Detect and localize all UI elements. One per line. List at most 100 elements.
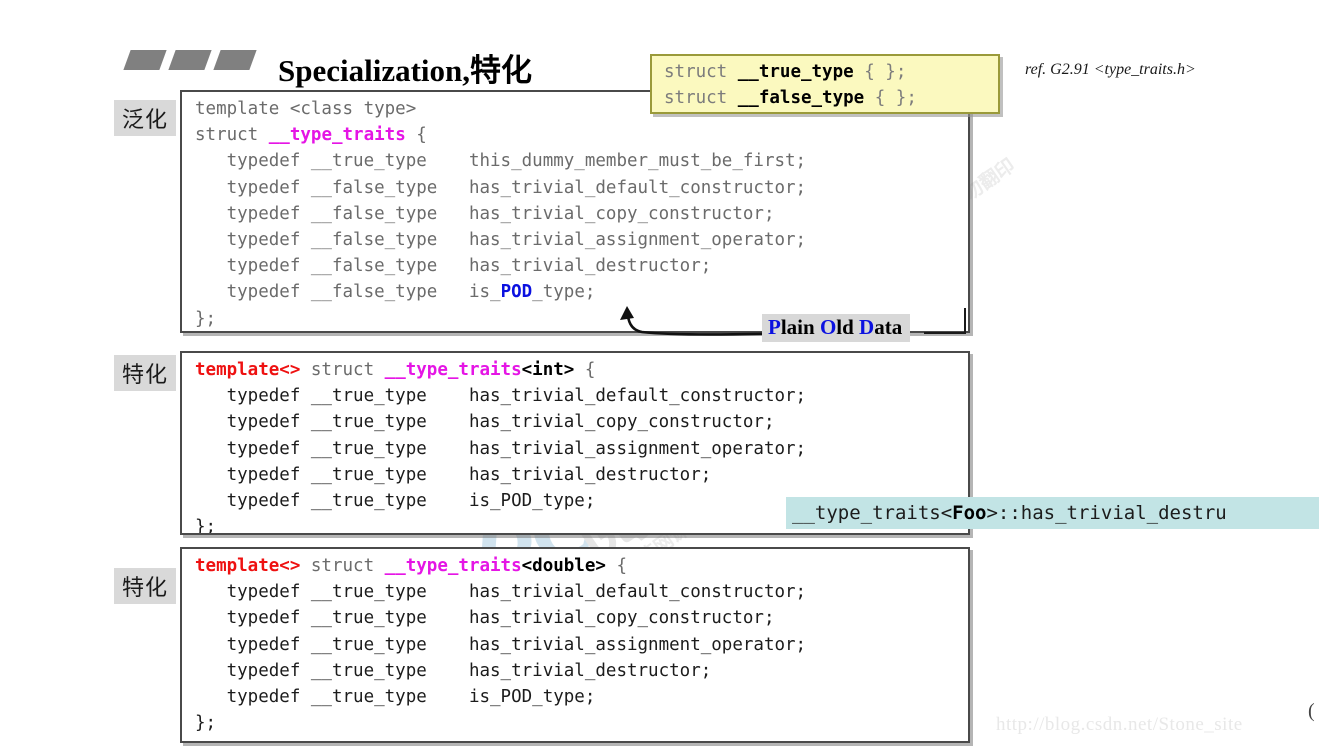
pod-text-lain: lain: [780, 315, 820, 339]
code-block-specialization-double: template<> struct __type_traits<double> …: [180, 547, 970, 743]
side-tag-specialization-double: 特化: [114, 568, 176, 604]
pod-text-ld: ld: [836, 315, 860, 339]
code-token-open-brace: {: [574, 360, 596, 380]
code-token-member: is_POD_type;: [447, 491, 596, 512]
callout-line-true-type: struct __true_type { };: [664, 59, 998, 85]
code-token-typedef: typedef __false_type: [195, 230, 448, 251]
code-token-member-prefix: is_: [447, 282, 501, 303]
page-title: Specialization,特化: [278, 45, 532, 90]
code-token-member: has_trivial_copy_constructor;: [447, 412, 775, 433]
code-line-typedef: typedef __true_type has_trivial_copy_con…: [182, 605, 968, 631]
code-token-typedef: typedef __true_type: [195, 608, 448, 629]
callout-token-false-type: __false_type: [737, 88, 865, 108]
parallelogram-bullet-icon: [213, 50, 257, 70]
pod-letter-o: O: [819, 315, 837, 339]
parallelogram-bullet-icon-group: [123, 50, 257, 70]
code-block-generic: template <class type> struct __type_trai…: [180, 90, 970, 333]
code-token-member: has_trivial_destructor;: [447, 256, 712, 277]
code-token-member: has_trivial_default_constructor;: [447, 177, 807, 198]
side-tag-generic: 泛化: [114, 100, 176, 136]
page-title-cjk: 特化: [470, 53, 533, 89]
code-token-pod: POD: [500, 282, 533, 303]
code-line-typedef: typedef __false_type has_trivial_copy_co…: [182, 201, 968, 227]
code-token-typedef: typedef __true_type: [195, 582, 448, 603]
pod-connector-line: [924, 332, 966, 334]
reference-note: ref. G2.91 <type_traits.h>: [1025, 61, 1196, 78]
code-token-member-suffix: _type;: [532, 282, 596, 303]
code-token-typedef: typedef __true_type: [195, 386, 448, 407]
side-tag-specialization-int: 特化: [114, 355, 176, 391]
code-line-typedef: typedef __true_type has_trivial_destruct…: [182, 462, 968, 488]
callout-token-true-type: __true_type: [737, 62, 854, 82]
code-line-typedef: typedef __true_type has_trivial_assignme…: [182, 436, 968, 462]
code-line-typedef: typedef __false_type has_trivial_destruc…: [182, 253, 968, 279]
code-token-member: has_trivial_copy_constructor;: [447, 203, 775, 224]
code-token-typedef: typedef __true_type: [195, 151, 448, 172]
usage-token-suffix: >::has_trivial_destru: [986, 502, 1227, 524]
code-line-typedef: typedef __true_type has_trivial_destruct…: [182, 658, 968, 684]
code-line-typedef: typedef __true_type this_dummy_member_mu…: [182, 148, 968, 174]
code-token-open-brace: {: [605, 556, 627, 576]
code-token-member: has_trivial_destructor;: [447, 660, 712, 681]
callout-token-body: { };: [853, 62, 907, 82]
code-token-member: has_trivial_assignment_operator;: [447, 634, 807, 655]
callout-token-struct: struct: [664, 62, 738, 82]
code-token-template-param: <int>: [521, 360, 575, 380]
code-token-struct: struct: [300, 556, 385, 576]
callout-line-false-type: struct __false_type { };: [664, 85, 998, 111]
code-token-typedef: typedef __true_type: [195, 412, 448, 433]
code-token-typedef: typedef __false_type: [195, 282, 448, 303]
code-line-struct-decl: struct __type_traits {: [182, 122, 968, 148]
code-token-typedef: typedef __true_type: [195, 438, 448, 459]
code-token-typedef: typedef __true_type: [195, 491, 448, 512]
slide-canvas: BC 阅览网 阅览网 博览网课程学员专用，请勿翻印 博览网课程学员专用，请勿翻印…: [0, 0, 1319, 748]
code-token-member: has_trivial_default_constructor;: [447, 386, 807, 407]
callout-true-false-type: struct __true_type { }; struct __false_t…: [650, 54, 1000, 114]
parallelogram-bullet-icon: [168, 50, 212, 70]
pod-text-ata: ata: [874, 315, 903, 339]
code-line-typedef: typedef __false_type has_trivial_default…: [182, 175, 968, 201]
pod-letter-p: P: [768, 315, 781, 339]
code-token-template-param: <double>: [521, 556, 606, 576]
code-token-template: template <class type>: [195, 99, 417, 119]
code-token-member: has_trivial_assignment_operator;: [447, 438, 807, 459]
code-token-typedef: typedef __false_type: [195, 256, 448, 277]
callout-token-body: { };: [864, 88, 917, 108]
page-corner-mark: (: [1308, 700, 1315, 722]
usage-token-prefix: __type_traits<: [792, 502, 953, 524]
code-token-member: has_trivial_default_constructor;: [447, 582, 807, 603]
code-token-template-empty: template<>: [195, 360, 301, 380]
code-token-template-empty: template<>: [195, 556, 301, 576]
code-token-typedef: typedef __false_type: [195, 203, 448, 224]
code-token-member: is_POD_type;: [447, 687, 596, 708]
code-token-typedef: typedef __true_type: [195, 634, 448, 655]
code-line-typedef: typedef __true_type has_trivial_copy_con…: [182, 409, 968, 435]
code-token-type-traits: __type_traits: [384, 556, 522, 576]
code-line-typedef: typedef __true_type has_trivial_default_…: [182, 579, 968, 605]
page-title-en: Specialization,: [278, 53, 471, 88]
pod-letter-d: D: [859, 315, 875, 339]
callout-token-struct: struct: [664, 88, 738, 108]
code-token-type-traits: __type_traits: [268, 125, 406, 146]
code-line-typedef: typedef __true_type has_trivial_assignme…: [182, 632, 968, 658]
code-line-typedef: typedef __true_type is_POD_type;: [182, 684, 968, 710]
code-token-member: has_trivial_destructor;: [447, 464, 712, 485]
code-token-struct: struct: [300, 360, 385, 380]
watermark-url: http://blog.csdn.net/Stone_site: [996, 714, 1243, 735]
code-token-member: has_trivial_assignment_operator;: [447, 230, 807, 251]
code-token-typedef: typedef __true_type: [195, 687, 448, 708]
code-line-spec-header: template<> struct __type_traits<double> …: [182, 549, 968, 579]
code-line-spec-header: template<> struct __type_traits<int> {: [182, 353, 968, 383]
code-token-struct: struct: [195, 125, 269, 146]
code-token-open-brace: {: [405, 125, 427, 146]
code-line-typedef: typedef __true_type has_trivial_default_…: [182, 383, 968, 409]
code-line-typedef: typedef __false_type has_trivial_assignm…: [182, 227, 968, 253]
code-token-typedef: typedef __true_type: [195, 660, 448, 681]
code-token-type-traits: __type_traits: [384, 360, 522, 380]
usage-expression-highlight: __type_traits<Foo>::has_trivial_destru: [786, 497, 1319, 529]
code-line-closing: };: [195, 713, 217, 734]
pod-expansion-label: Plain Old Data: [762, 314, 911, 342]
usage-token-type-foo: Foo: [952, 502, 987, 524]
code-token-typedef: typedef __false_type: [195, 177, 448, 198]
code-token-member: has_trivial_copy_constructor;: [447, 608, 775, 629]
